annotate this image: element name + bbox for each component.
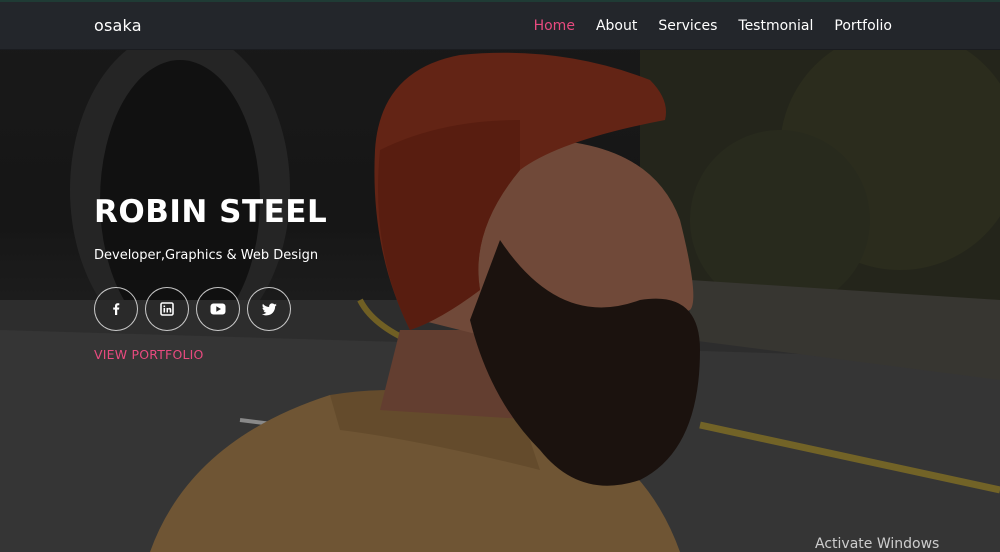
linkedin-button[interactable] (145, 287, 189, 331)
activate-windows-watermark: Activate Windows (815, 536, 940, 552)
nav-item-home[interactable]: Home (534, 18, 575, 34)
navbar: osaka Home About Services Testmonial Por… (0, 2, 1000, 50)
hero-dark-overlay (0, 0, 1000, 552)
nav-item-services[interactable]: Services (658, 18, 717, 34)
twitter-icon (261, 302, 277, 315)
main-nav: Home About Services Testmonial Portfolio (534, 18, 892, 34)
youtube-button[interactable] (196, 287, 240, 331)
nav-item-testimonial[interactable]: Testmonial (738, 18, 813, 34)
linkedin-icon (160, 302, 174, 316)
hero-background (0, 0, 1000, 552)
hero-subtitle: Developer,Graphics & Web Design (94, 248, 319, 263)
hero-title: ROBIN STEEL (94, 194, 328, 230)
facebook-icon (113, 303, 120, 315)
view-portfolio-link[interactable]: VIEW PORTFOLIO (94, 347, 204, 362)
youtube-icon (210, 303, 226, 315)
social-links (94, 287, 291, 331)
facebook-button[interactable] (94, 287, 138, 331)
twitter-button[interactable] (247, 287, 291, 331)
nav-item-about[interactable]: About (596, 18, 637, 34)
brand-logo[interactable]: osaka (94, 16, 142, 35)
nav-item-portfolio[interactable]: Portfolio (834, 18, 892, 34)
